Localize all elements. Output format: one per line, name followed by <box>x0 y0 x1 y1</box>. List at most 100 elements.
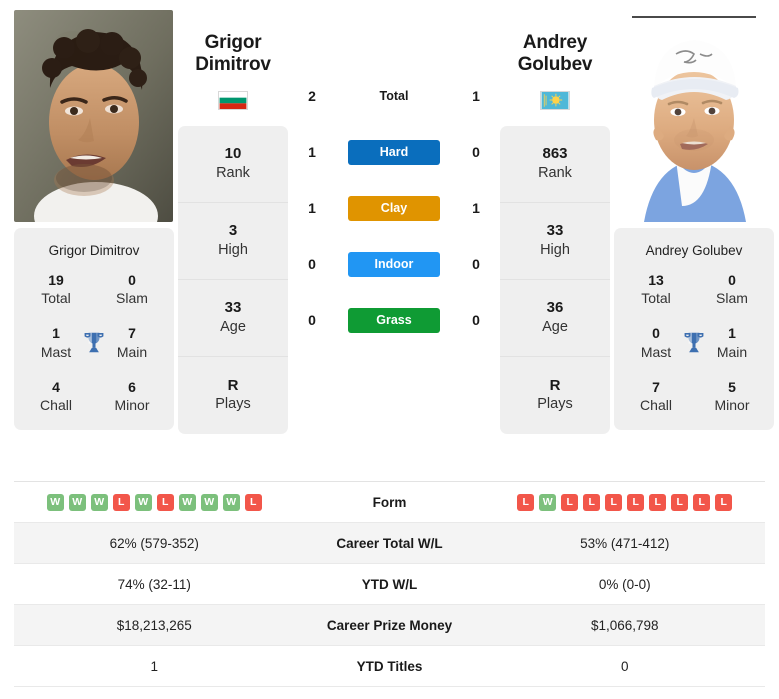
right-ytd-wl: 0% (0-0) <box>598 576 651 592</box>
bulgaria-flag-icon <box>218 90 248 110</box>
form-badge-l[interactable]: L <box>671 493 689 511</box>
left-ytd-titles: 1 <box>150 658 158 674</box>
h2h-hard-badge[interactable]: Hard <box>348 139 440 165</box>
left-minor-titles: 6 Minor <box>104 378 160 414</box>
right-titles-grid: 13 Total 0 Slam 0 Mast 1 Main 7 Chall 5 … <box>614 271 774 414</box>
right-high-label: High <box>540 241 570 258</box>
left-plays-value: R <box>227 376 239 394</box>
form-badge-l[interactable]: L <box>517 493 535 511</box>
form-badge-l[interactable]: L <box>605 493 623 511</box>
right-slam-titles-label: Slam <box>716 290 748 307</box>
form-badge-l[interactable]: L <box>627 493 645 511</box>
left-career-total-wl: 62% (579-352) <box>109 535 199 551</box>
h2h-row-grass: 0 Grass 0 <box>292 292 496 348</box>
form-badge-w[interactable]: W <box>539 493 557 511</box>
form-badge-l[interactable]: L <box>715 493 733 511</box>
stats-label-form: Form <box>372 494 407 510</box>
left-masters-titles-label: Mast <box>40 343 72 360</box>
form-badge-l[interactable]: L <box>649 493 667 511</box>
right-plays-value: R <box>549 376 561 394</box>
right-plays-cell: R Plays <box>500 357 610 434</box>
right-masters-titles-label: Mast <box>640 343 672 360</box>
h2h-row-clay: 1 Clay 1 <box>292 180 496 236</box>
stats-row-ytd-titles: 1 YTD Titles 0 <box>14 646 765 687</box>
right-high-value: 33 <box>546 222 564 240</box>
right-slam-titles: 0 Slam <box>704 271 760 307</box>
form-badge-w[interactable]: W <box>90 493 108 511</box>
right-main-titles-value: 1 <box>728 325 736 342</box>
right-form-cell: LWLLLLLLLL <box>485 493 766 511</box>
left-player-photo-image <box>14 10 173 222</box>
left-player-card-name: Grigor Dimitrov <box>48 243 140 258</box>
right-age-label: Age <box>542 318 568 335</box>
h2h-indoor-badge[interactable]: Indoor <box>348 251 440 277</box>
right-main-titles: 1 Main <box>704 324 760 360</box>
right-player-titles-card: Andrey Golubev 13 Total 0 Slam 0 Mast 1 … <box>614 228 774 431</box>
left-high-cell: 3 High <box>178 203 288 280</box>
h2h-clay-badge[interactable]: Clay <box>348 195 440 221</box>
h2h-grass-left-score: 0 <box>308 312 316 328</box>
h2h-clay-left-score: 1 <box>308 200 316 216</box>
left-slam-titles: 0 Slam <box>104 271 160 307</box>
left-challenger-titles-label: Chall <box>40 396 72 413</box>
form-badge-w[interactable]: W <box>46 493 64 511</box>
right-plays-label: Plays <box>537 396 573 413</box>
form-badge-l[interactable]: L <box>156 493 174 511</box>
h2h-indoor-left-score: 0 <box>308 256 316 272</box>
left-player-photo <box>14 10 173 222</box>
right-player-info-card: 863 Rank 33 High 36 Age R Plays <box>500 125 610 434</box>
stats-row-career-prize-money: $18,213,265 Career Prize Money $1,066,79… <box>14 605 765 646</box>
right-player-photo-image <box>614 10 773 222</box>
left-form-cell: WWWLWLWWWL <box>14 493 295 511</box>
form-badge-w[interactable]: W <box>222 493 240 511</box>
left-main-titles-label: Main <box>116 343 148 360</box>
stats-label-career-total-wl: Career Total W/L <box>336 535 443 551</box>
form-badge-w[interactable]: W <box>178 493 196 511</box>
stats-row-career-total-wl: 62% (579-352) Career Total W/L 53% (471-… <box>14 523 765 564</box>
h2h-hard-right-score: 0 <box>472 144 480 160</box>
left-high-value: 3 <box>228 222 238 240</box>
form-badge-l[interactable]: L <box>244 493 262 511</box>
player-comparison-page: Grigor Dimitrov 19 Total 0 Slam 1 Mast 7… <box>0 0 779 699</box>
right-age-cell: 36 Age <box>500 280 610 357</box>
left-player-titles-card: Grigor Dimitrov 19 Total 0 Slam 1 Mast 7… <box>14 228 174 431</box>
left-minor-titles-label: Minor <box>114 396 150 413</box>
form-badge-l[interactable]: L <box>561 493 579 511</box>
form-badge-w[interactable]: W <box>68 493 86 511</box>
left-total-titles-label: Total <box>41 290 71 307</box>
h2h-grass-badge[interactable]: Grass <box>348 307 440 333</box>
h2h-clay-right-score: 1 <box>472 200 480 216</box>
right-titles-row-1: 13 Total 0 Slam <box>614 271 774 307</box>
right-total-titles-value: 13 <box>648 272 664 288</box>
trophy-icon <box>84 332 104 352</box>
left-player-info-card: 10 Rank 3 High 33 Age R Plays <box>178 125 288 434</box>
left-rank-value: 10 <box>224 145 242 163</box>
left-titles-row-3: 4 Chall 6 Minor <box>14 378 174 414</box>
right-form-list: LWLLLLLLLL <box>517 493 733 511</box>
h2h-grass-right-score: 0 <box>472 312 480 328</box>
h2h-row-total: 2 Total 1 <box>292 68 496 124</box>
form-badge-w[interactable]: W <box>134 493 152 511</box>
form-badge-w[interactable]: W <box>200 493 218 511</box>
right-total-titles: 13 Total <box>628 271 684 307</box>
h2h-row-hard: 1 Hard 0 <box>292 124 496 180</box>
right-career-prize-money: $1,066,798 <box>590 617 659 633</box>
left-plays-label: Plays <box>215 396 251 413</box>
right-minor-titles-value: 5 <box>728 378 736 395</box>
right-main-titles-label: Main <box>716 343 748 360</box>
left-rank-cell: 10 Rank <box>178 126 288 203</box>
comparison-header: Grigor Dimitrov 19 Total 0 Slam 1 Mast 7… <box>0 0 779 478</box>
left-form-list: WWWLWLWWWL <box>46 493 262 511</box>
right-player-card-name: Andrey Golubev <box>645 243 743 258</box>
form-badge-l[interactable]: L <box>112 493 130 511</box>
right-rank-cell: 863 Rank <box>500 126 610 203</box>
left-slam-titles-label: Slam <box>116 290 148 307</box>
right-rank-label: Rank <box>538 164 572 181</box>
form-badge-l[interactable]: L <box>583 493 601 511</box>
h2h-hard-left-score: 1 <box>308 144 316 160</box>
left-challenger-titles: 4 Chall <box>28 378 84 414</box>
right-titles-row-2: 0 Mast 1 Main <box>614 324 774 360</box>
left-total-titles-value: 19 <box>48 272 64 288</box>
form-badge-l[interactable]: L <box>693 493 711 511</box>
left-plays-cell: R Plays <box>178 357 288 434</box>
